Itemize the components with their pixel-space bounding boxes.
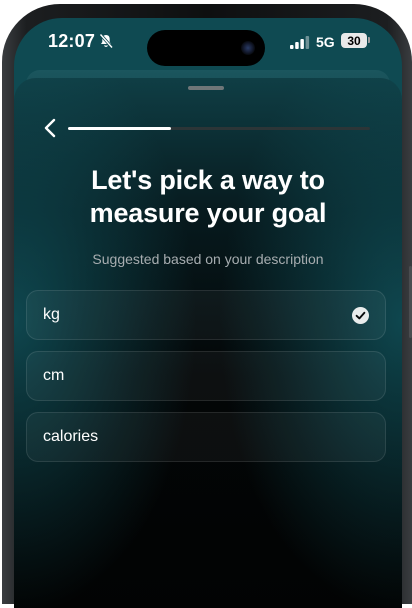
options-list: kg cm calories (26, 290, 386, 473)
option-label: cm (43, 367, 65, 384)
option-kg[interactable]: kg (26, 290, 386, 340)
progress-fill (68, 127, 171, 130)
option-calories[interactable]: calories (26, 412, 386, 462)
drag-handle[interactable] (188, 86, 224, 90)
battery-cap (368, 37, 370, 43)
bottom-sheet: Let's pick a way to measure your goal Su… (14, 78, 402, 608)
status-bar: 12:07 5G 30 (14, 18, 402, 66)
page-subtitle: Suggested based on your description (92, 251, 324, 267)
network-label: 5G (316, 34, 335, 50)
chevron-left-icon (44, 118, 56, 138)
battery-level: 30 (347, 33, 361, 48)
option-label: calories (43, 428, 99, 445)
bell-off-icon (99, 33, 114, 49)
option-cm[interactable]: cm (26, 351, 386, 401)
camera-icon (241, 41, 255, 55)
phone-frame: 12:07 5G 30 Let's pick a way to measure … (2, 4, 412, 608)
status-time: 12:07 (48, 31, 96, 51)
check-icon (352, 307, 369, 324)
page-title: Let's pick a way to measure your goal (89, 165, 327, 228)
screen: 12:07 5G 30 Let's pick a way to measure … (14, 18, 402, 608)
option-label: kg (43, 306, 60, 323)
dynamic-island (147, 30, 265, 66)
battery-icon: 30 (341, 33, 367, 48)
progress-bar (68, 127, 370, 130)
back-button[interactable] (38, 116, 62, 140)
signal-icon (290, 36, 310, 49)
